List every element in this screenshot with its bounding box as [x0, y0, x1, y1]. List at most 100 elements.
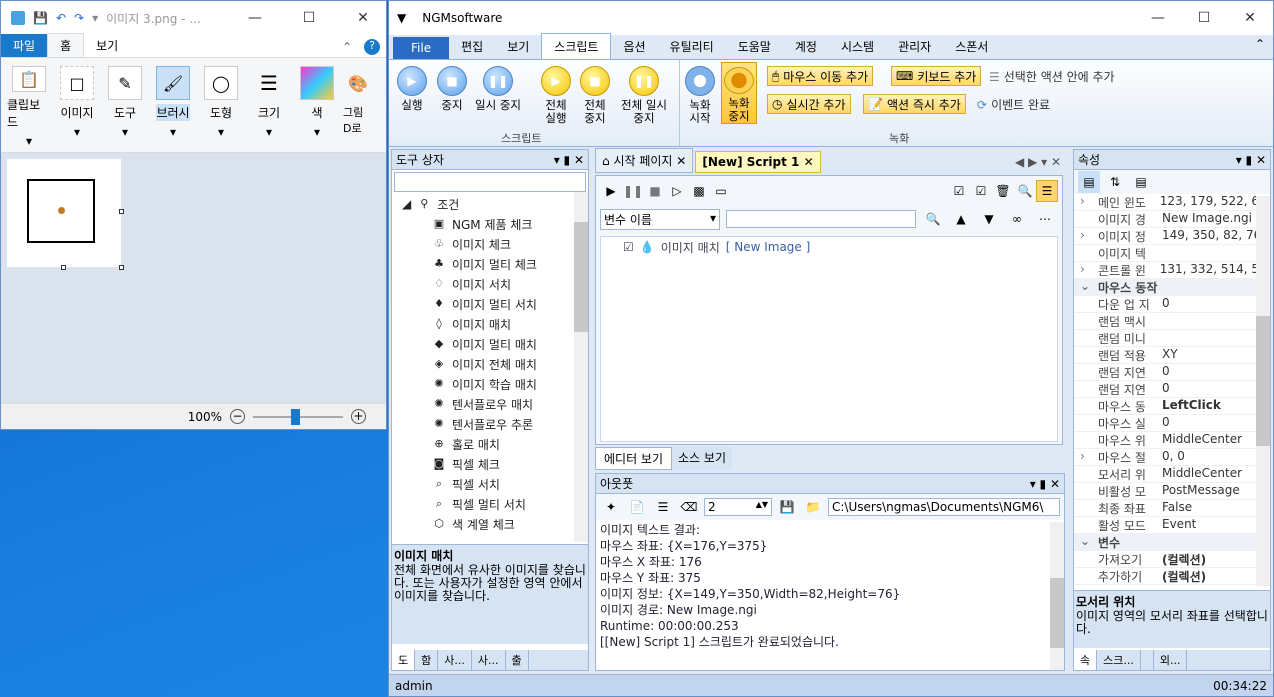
property-row[interactable]: 가져오기 (컬렉션)	[1074, 551, 1270, 568]
run-all-button[interactable]: ▶ 전체 실행	[541, 66, 571, 125]
toolbox-item[interactable]: ▣ NGM 제품 체크	[432, 214, 588, 234]
property-row[interactable]: › 마우스 절 0, 0	[1074, 449, 1270, 466]
zoom-in-icon[interactable]: +	[351, 409, 366, 424]
pane-controls[interactable]: ▾ ▮ ✕	[554, 153, 584, 167]
delete-icon[interactable]: 🗑	[992, 180, 1014, 202]
toolbox-item[interactable]: ⌕ 픽셀 서치	[432, 474, 588, 494]
expand-icon[interactable]: ›	[1080, 449, 1085, 463]
property-row[interactable]: 마우스 동 LeftClick	[1074, 398, 1270, 415]
zoom-slider[interactable]	[253, 408, 343, 425]
property-row[interactable]: 다운 업 지 0	[1074, 296, 1270, 313]
toolbox-item[interactable]: ⬡ 색 계열 체크	[432, 514, 588, 534]
property-row[interactable]: › 메인 윈도 123, 179, 522, 615	[1074, 194, 1270, 211]
property-row[interactable]: 랜덤 적용 XY	[1074, 347, 1270, 364]
property-row[interactable]: 최종 좌표 False	[1074, 500, 1270, 517]
add-mouse-move-button[interactable]: 🖱 마우스 이동 추가	[767, 66, 874, 86]
output-scrollbar[interactable]	[1050, 522, 1064, 670]
record-start-button[interactable]: 녹화 시작	[685, 66, 715, 125]
log-level-spinner[interactable]: 2 ▲▼	[704, 498, 772, 516]
menu-account[interactable]: 계정	[783, 34, 829, 59]
redo-icon[interactable]: ↷	[74, 11, 84, 25]
shapes-group[interactable]: ◯ 도형 ▾	[199, 62, 243, 148]
menu-system[interactable]: 시스템	[829, 34, 886, 59]
tab-properties[interactable]: 속	[1074, 650, 1098, 670]
menu-admin[interactable]: 관리자	[886, 34, 943, 59]
tools-group[interactable]: ✎ 도구 ▾	[103, 62, 147, 148]
menu-options[interactable]: 옵션	[611, 34, 657, 59]
menu-edit[interactable]: 편집	[449, 34, 495, 59]
brush-group[interactable]: 🖌 브러시 ▾	[151, 62, 195, 148]
add-into-selected-button[interactable]: ☰ 선택한 액션 안에 추가	[989, 68, 1115, 85]
property-row[interactable]: 이미지 경 New Image.ngi	[1074, 211, 1270, 228]
stop-all-button[interactable]: ■ 전체 중지	[580, 66, 610, 125]
toolbox-item[interactable]: ♦ 이미지 멀티 서치	[432, 294, 588, 314]
tab-output[interactable]: 출	[506, 650, 529, 670]
menu-file[interactable]: File	[393, 37, 450, 59]
pane-controls[interactable]: ▾ ▮ ✕	[1030, 477, 1060, 491]
log-path-input[interactable]: C:\Users\ngmas\Documents\NGM6\	[828, 498, 1060, 516]
property-row[interactable]: 비활성 모 PostMessage	[1074, 483, 1270, 500]
toolbox-scrollbar[interactable]	[574, 192, 588, 542]
tab-script-1[interactable]: [New] Script 1 ✕	[695, 151, 821, 173]
minimize-button[interactable]: —	[232, 3, 278, 33]
step-into-icon[interactable]: ▩	[688, 180, 710, 202]
properties-scrollbar[interactable]	[1256, 196, 1270, 586]
run-button[interactable]: ▶ 실행	[397, 66, 427, 112]
tab-home[interactable]: 홈	[47, 33, 85, 57]
toolbox-item[interactable]: ✺ 텐서플로우 추론	[432, 414, 588, 434]
property-row[interactable]: 랜덤 미니	[1074, 330, 1270, 347]
toolbox-item[interactable]: ◊ 이미지 매치	[432, 314, 588, 334]
close-button[interactable]: ✕	[340, 3, 386, 33]
folder-icon[interactable]: 📁	[802, 496, 824, 518]
loop-icon[interactable]: ∞	[1006, 208, 1028, 230]
property-row[interactable]: 모서리 위 MiddleCenter	[1074, 466, 1270, 483]
find-icon[interactable]: 🔍	[1014, 180, 1036, 202]
lines-icon[interactable]: ☰	[652, 496, 674, 518]
customize-qat-icon[interactable]: ▾	[92, 11, 98, 25]
property-row[interactable]: 이미지 텍	[1074, 245, 1270, 262]
resize-handle[interactable]	[119, 265, 124, 270]
pause-icon[interactable]: ❚❚	[622, 180, 644, 202]
node-checkbox[interactable]: ☑	[623, 240, 634, 254]
tab-external[interactable]: 외...	[1154, 650, 1188, 670]
pause-button[interactable]: ❚❚ 일시 중지	[475, 66, 521, 112]
save-icon[interactable]: 💾	[776, 496, 798, 518]
size-group[interactable]: ☰ 크기 ▾	[247, 62, 291, 148]
maximize-button[interactable]: ☐	[286, 3, 332, 33]
property-row[interactable]: 마우스 실 0	[1074, 415, 1270, 432]
help-icon[interactable]: ?	[364, 39, 380, 55]
menu-view[interactable]: 보기	[495, 34, 541, 59]
resize-handle[interactable]	[119, 209, 124, 214]
property-category[interactable]: ⌄ 마우스 동작	[1074, 279, 1270, 296]
toolbox-item[interactable]: ♣ 이미지 멀티 체크	[432, 254, 588, 274]
move-up-icon[interactable]: ▲	[950, 208, 972, 230]
system-menu-icon[interactable]: ▼	[397, 11, 406, 25]
check-all-icon[interactable]: ☑	[948, 180, 970, 202]
property-pages-icon[interactable]: ▤	[1130, 171, 1152, 193]
toolbox-search[interactable]	[394, 172, 586, 192]
variable-select[interactable]: 변수 이름 ▾	[600, 208, 720, 230]
pause-all-button[interactable]: ❚❚ 전체 일시 중지	[617, 66, 671, 125]
alphabetical-icon[interactable]: ⇅	[1104, 171, 1126, 193]
play-icon[interactable]: ▶	[600, 180, 622, 202]
property-row[interactable]: 랜덤 맥시	[1074, 313, 1270, 330]
property-row[interactable]: › 콘트롤 윈 131, 332, 514, 581	[1074, 262, 1270, 279]
tab-view[interactable]: 보기	[84, 34, 130, 57]
check-icon[interactable]: ☑	[970, 180, 992, 202]
add-action-now-button[interactable]: 📝 액션 즉시 추가	[863, 94, 966, 114]
tab-script-explorer[interactable]: 스크...	[1097, 650, 1141, 670]
variable-input[interactable]	[726, 210, 916, 228]
menu-script[interactable]: 스크립트	[541, 33, 612, 59]
tab-user-func[interactable]: 사...	[472, 650, 506, 670]
toolbox-item[interactable]: ◙ 픽셀 체크	[432, 454, 588, 474]
tab-file[interactable]: 파일	[1, 34, 48, 57]
property-row[interactable]: 추가하기 (컬렉션)	[1074, 568, 1270, 585]
property-row[interactable]: 마우스 위 MiddleCenter	[1074, 432, 1270, 449]
resize-handle[interactable]	[61, 265, 66, 270]
tab-start-page[interactable]: ⌂ 시작 페이지 ✕	[595, 148, 694, 173]
property-row[interactable]: 랜덤 지연 0	[1074, 381, 1270, 398]
menu-utility[interactable]: 유틸리티	[658, 34, 726, 59]
toolbox-item[interactable]: ♧ 이미지 체크	[432, 234, 588, 254]
collapse-icon[interactable]: ⌄	[1080, 534, 1090, 548]
tab-functions[interactable]: 함	[415, 650, 439, 670]
